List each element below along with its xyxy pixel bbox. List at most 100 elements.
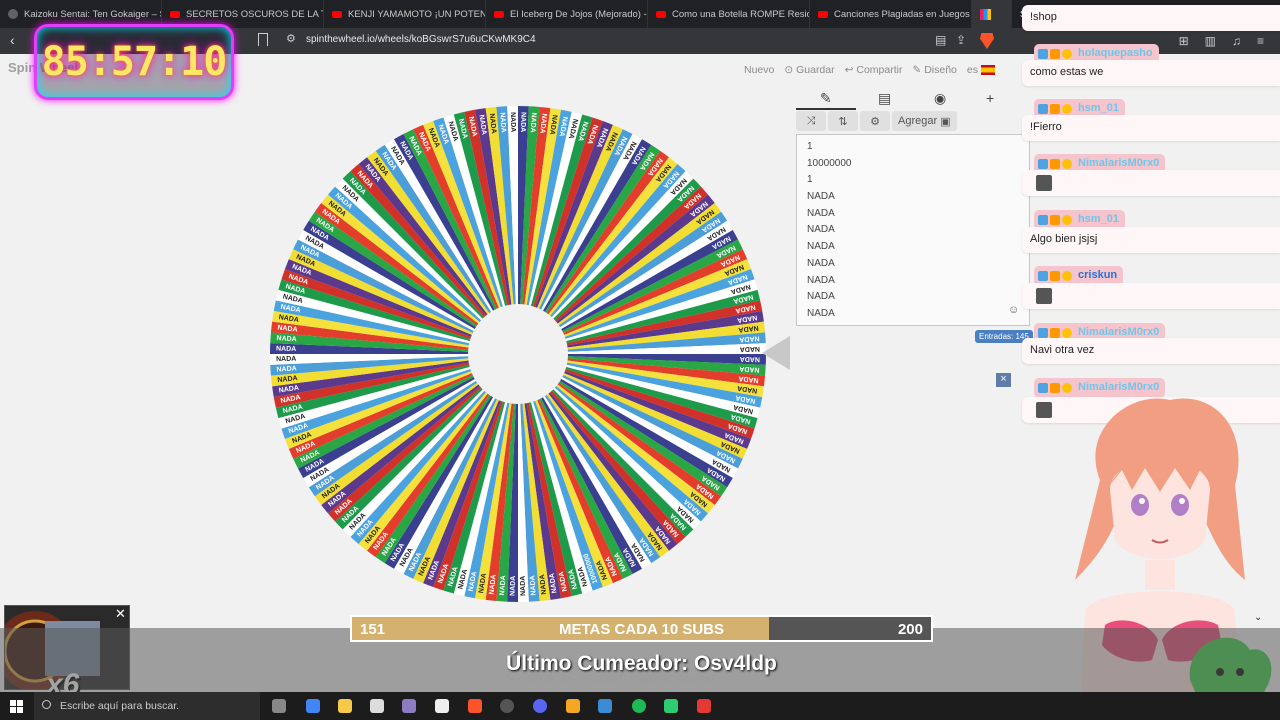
badge-icon xyxy=(1038,328,1048,338)
badge-icon xyxy=(1038,49,1048,59)
cam-close-icon[interactable]: ✕ xyxy=(115,606,126,622)
chat-message-text: Algo bien jsjsj xyxy=(1030,233,1098,245)
wheel-slice-label: NADA xyxy=(739,365,760,373)
wheel-center[interactable] xyxy=(468,304,568,404)
chat-emote-icon xyxy=(1036,288,1052,304)
chat-badges xyxy=(1038,49,1072,59)
timer-text: 85:57:10 xyxy=(41,39,228,85)
bookmark-icon[interactable] xyxy=(258,33,268,46)
active-tab-indicator xyxy=(796,108,856,110)
menu-save[interactable]: ⊙ Guardar xyxy=(784,64,834,76)
goal-end: 200 xyxy=(897,621,923,638)
taskbar-app-icon[interactable] xyxy=(697,699,711,713)
entry-line: NADA xyxy=(807,291,835,303)
language-select[interactable]: es xyxy=(967,64,995,76)
badge-icon xyxy=(1038,159,1048,169)
footer-links[interactable]: Términos de uso · Privacidad · Preguntas… xyxy=(505,674,716,684)
badge-icon xyxy=(1050,328,1060,338)
windows-start-icon[interactable] xyxy=(10,700,23,713)
tab-label: Como una Botella ROMPE Resident E xyxy=(672,8,809,20)
taskbar-app-icon[interactable] xyxy=(272,699,286,713)
search-icon xyxy=(42,700,51,709)
youtube-icon xyxy=(494,10,504,18)
discord-icon[interactable] xyxy=(533,699,547,713)
entries-textarea[interactable]: 1 10000000 1 NADA NADA NADA NADA NADA NADA NADA NA… xyxy=(796,134,1030,326)
badge-icon xyxy=(1038,215,1048,225)
badge-icon xyxy=(1050,49,1060,59)
browser-tab[interactable]: Como una Botella ROMPE Resident E xyxy=(648,0,810,28)
editor-tools: ⤨ ⇅ ⚙ Agregar ▣ xyxy=(796,111,1026,131)
badge-icon xyxy=(1038,104,1048,114)
chevron-down-icon[interactable]: ⌄ xyxy=(1254,612,1262,623)
chat-badges xyxy=(1038,104,1072,114)
entry-line: NADA xyxy=(807,224,835,236)
hide-tab-eye-icon[interactable]: ◉ xyxy=(934,90,946,107)
entry-line: NADA xyxy=(807,207,835,219)
browser-tab[interactable]: KENJI YAMAMOTO ¡UN POTENCIAL xyxy=(324,0,486,28)
taskbar-app-icon[interactable] xyxy=(566,699,580,713)
share-page-icon[interactable]: ⇪ xyxy=(956,33,966,47)
chat-badges xyxy=(1038,328,1072,338)
entry-line: NADA xyxy=(807,307,835,319)
badge-icon xyxy=(1062,328,1072,338)
taskbar-app-icon[interactable] xyxy=(664,699,678,713)
youtube-icon xyxy=(332,10,342,18)
badge-icon xyxy=(1038,271,1048,281)
chat-message xyxy=(1022,283,1280,309)
add-wheel-icon[interactable]: + xyxy=(986,90,994,106)
notion-icon[interactable] xyxy=(370,699,384,713)
share-icon: ↩ xyxy=(844,64,854,76)
folder-icon[interactable] xyxy=(338,699,352,713)
spotify-icon[interactable] xyxy=(632,699,646,713)
spin-wheel[interactable]: NADANADANADANADANADANADANADANADANADANADA… xyxy=(268,104,768,604)
close-button[interactable]: × xyxy=(996,373,1011,387)
tab-label: SECRETOS OSCUROS DE LA TV | REC xyxy=(186,8,323,20)
back-icon[interactable]: ‹ xyxy=(10,32,15,48)
emoji-icon[interactable]: ☺ xyxy=(1008,304,1019,316)
badge-icon xyxy=(1050,104,1060,114)
wheel-slice-label: NADA xyxy=(520,576,527,596)
taskbar-app-icon[interactable] xyxy=(402,699,416,713)
results-tab-clipboard-icon[interactable]: ▤ xyxy=(878,90,891,107)
last-cumeador: Último Cumeador: Osv4ldp xyxy=(506,652,777,675)
edit-tab-pencil-icon[interactable]: ✎ xyxy=(820,90,832,107)
obs-icon[interactable] xyxy=(500,699,514,713)
entry-line: NADA xyxy=(807,274,835,286)
generic-icon xyxy=(8,9,18,19)
menu-new[interactable]: Nuevo xyxy=(744,64,774,76)
taskbar-app-icon[interactable] xyxy=(306,699,320,713)
site-settings-icon[interactable]: ⚙ xyxy=(286,32,296,45)
url-text[interactable]: spinthewheel.io/wheels/koBGswrS7u6uCKwMK… xyxy=(306,34,536,45)
search-placeholder: Escribe aquí para buscar. xyxy=(60,700,180,712)
badge-icon xyxy=(1062,159,1072,169)
menu-share[interactable]: ↩ Compartir xyxy=(845,64,903,76)
entry-line: 1 xyxy=(807,141,813,152)
wheel-slice-label: NADA xyxy=(276,335,297,343)
brave-icon[interactable] xyxy=(468,699,482,713)
spain-flag-icon xyxy=(980,65,995,76)
wheel-slice-label: NADA xyxy=(529,112,537,133)
wheel-slice-label: NADA xyxy=(498,112,506,133)
browser-tab[interactable]: El Iceberg De Jojos (Mejorado) - You xyxy=(486,0,648,28)
pencil-icon: ✎ xyxy=(912,64,922,76)
store-icon[interactable] xyxy=(435,699,449,713)
shuffle-button[interactable]: ⤨ xyxy=(796,111,826,131)
entry-line: NADA xyxy=(807,241,835,253)
chat-message-text: !Fierro xyxy=(1030,121,1062,133)
wheel-slice-label: NADA xyxy=(276,346,296,353)
add-image-button[interactable]: Agregar ▣ xyxy=(892,111,957,131)
settings-button[interactable]: ⚙ xyxy=(860,111,890,131)
wheel-slice-label: NADA xyxy=(739,334,760,342)
sort-button[interactable]: ⇅ xyxy=(828,111,858,131)
taskbar-search[interactable]: Escribe aquí para buscar. xyxy=(34,692,260,720)
badge-icon xyxy=(1062,271,1072,281)
taskbar-app-icon[interactable] xyxy=(598,699,612,713)
tab-label: Canciones Plagiadas en Juegos de D xyxy=(834,8,971,20)
entry-line: NADA xyxy=(807,257,835,269)
browser-tab-active[interactable] xyxy=(972,0,1012,28)
chat-message-text: como estas we xyxy=(1030,66,1104,78)
browser-tab[interactable]: Canciones Plagiadas en Juegos de D xyxy=(810,0,972,28)
menu-design[interactable]: ✎ Diseño xyxy=(912,64,956,76)
reader-icon[interactable]: ▤ xyxy=(935,33,946,47)
tab-label: KENJI YAMAMOTO ¡UN POTENCIAL xyxy=(348,8,485,20)
